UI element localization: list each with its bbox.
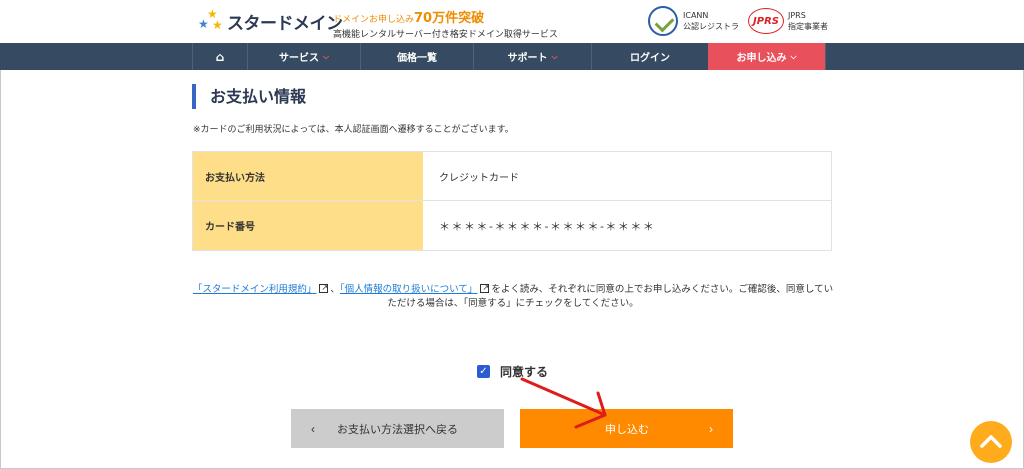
nav-item-services[interactable]: サービス ⌵: [247, 43, 360, 70]
privacy-link[interactable]: 「個人情報の取り扱いについて」: [340, 284, 477, 295]
icann-badge: ICANN 公認レジストラ: [648, 6, 739, 36]
header-tagline: ドメインお申し込み70万件突破 高機能レンタルサーバー付き格安ドメイン取得サービ…: [333, 7, 558, 40]
home-icon: ⌂: [215, 49, 225, 64]
tagline-sub: 高機能レンタルサーバー付き格安ドメイン取得サービス: [333, 30, 558, 40]
red-arrow-annotation: [520, 377, 607, 429]
icann-line2: 公認レジストラ: [683, 22, 739, 31]
nav-item-support[interactable]: サポート ⌵: [473, 43, 591, 70]
nav-label: 価格一覧: [397, 53, 437, 64]
nav-label: サービス: [278, 53, 319, 64]
agree-checkbox[interactable]: ✓: [477, 365, 490, 378]
payment-info-table: お支払い方法 クレジットカード カード番号 ＊＊＊＊-＊＊＊＊-＊＊＊＊-＊＊＊…: [192, 151, 832, 251]
jprs-badge: JPRS JPRS 指定事業者: [748, 8, 828, 34]
terms-link[interactable]: 「スタードメイン利用規約」: [193, 284, 317, 295]
agreement-text: 「スタードメイン利用規約」、「個人情報の取り扱いについて」をよく読み、それぞれに…: [192, 281, 834, 311]
chevron-right-icon: ›: [709, 421, 713, 436]
logo-text: スタードメイン: [227, 13, 343, 34]
chevron-up-icon: [980, 435, 1002, 448]
card-number-value: ＊＊＊＊-＊＊＊＊-＊＊＊＊-＊＊＊＊: [439, 219, 656, 233]
back-button-label: お支払い方法選択へ戻る: [337, 423, 458, 436]
nav-item-login[interactable]: ログイン: [591, 43, 708, 70]
icann-logo-icon: [648, 6, 678, 36]
nav-home[interactable]: ⌂: [192, 43, 247, 70]
site-header: ★ ★ ★ スタードメイン ドメインお申し込み70万件突破 高機能レンタルサーバ…: [0, 0, 1024, 43]
tagline-highlight: 70万件突破: [414, 11, 485, 26]
auth-note: ※カードのご利用状況によっては、本人認証画面へ遷移することがございます。: [193, 125, 514, 135]
table-row: カード番号 ＊＊＊＊-＊＊＊＊-＊＊＊＊-＊＊＊＊: [193, 201, 831, 250]
nav-label: お申し込み: [736, 53, 787, 64]
chevron-down-icon: ⌵: [790, 51, 797, 61]
table-row: お支払い方法 クレジットカード: [193, 152, 831, 201]
nav-divider: [825, 43, 826, 70]
nav-item-apply[interactable]: お申し込み ⌵: [708, 43, 825, 70]
tagline-prefix: ドメインお申し込み: [333, 15, 415, 25]
back-to-top-button[interactable]: [970, 421, 1012, 463]
chevron-left-icon: ‹: [311, 421, 315, 436]
jprs-line2: 指定事業者: [788, 22, 828, 31]
jprs-line1: JPRS: [788, 11, 806, 20]
main-nav: ⌂ サービス ⌵ 価格一覧 サポート ⌵ ログイン お申し込み ⌵: [0, 43, 1024, 70]
payment-method-label: お支払い方法: [193, 152, 423, 200]
jprs-logo-icon: JPRS: [748, 8, 784, 34]
external-link-icon: [319, 281, 329, 295]
site-logo[interactable]: ★ ★ ★ スタードメイン: [198, 7, 343, 35]
chevron-down-icon: ⌵: [551, 51, 558, 61]
page-title: お支払い情報: [192, 84, 306, 109]
nav-label: サポート: [507, 53, 548, 64]
nav-label: ログイン: [630, 53, 670, 64]
icann-line1: ICANN: [683, 11, 709, 20]
nav-item-pricing[interactable]: 価格一覧: [360, 43, 473, 70]
agree-separator: 、: [330, 284, 340, 295]
back-button[interactable]: ‹ お支払い方法選択へ戻る: [291, 409, 504, 448]
external-link-icon: [480, 281, 490, 295]
card-number-label: カード番号: [193, 201, 423, 250]
chevron-down-icon: ⌵: [322, 51, 330, 61]
payment-method-value: クレジットカード: [439, 172, 519, 184]
star-logo-icon: ★ ★ ★: [198, 7, 223, 32]
